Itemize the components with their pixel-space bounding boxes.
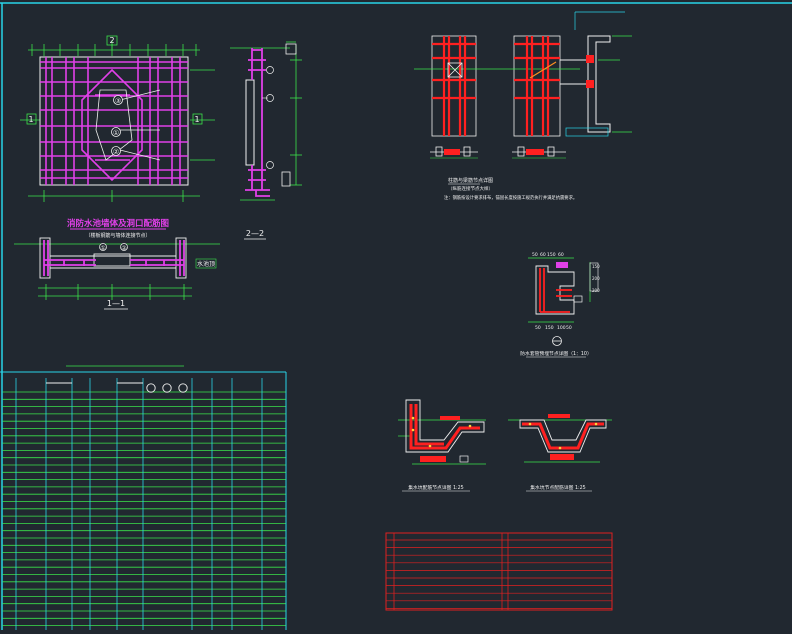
cad-drawing-canvas[interactable]: ③ ① ② 2 1 1 消防水池墙体及洞口配筋图 （楼板钢筋与墙体连接节点） 2…: [0, 0, 792, 630]
small-detail-side-3: 200: [592, 288, 600, 293]
trench-left-title: 集水坑配筋节点详图 1:25: [408, 484, 463, 491]
small-detail-side-2: 200: [592, 276, 600, 281]
section-marker-1: ①: [100, 245, 105, 252]
section-1-1-drawing[interactable]: ① ② 水池顶 1—1: [14, 237, 220, 367]
drawing-sheet[interactable]: ③ ① ② 2 1 1 消防水池墙体及洞口配筋图 （楼板钢筋与墙体连接节点） 2…: [0, 0, 792, 630]
table-circle-2: [162, 383, 172, 393]
main-elevation-subtitle: （楼板钢筋与墙体连接节点）: [85, 232, 150, 239]
section-label-1-right: 1: [194, 115, 199, 124]
column-joint-details[interactable]: 柱筋与梁筋节点详图 （纵筋连接节点大样） 注：钢筋按设计要求排布，锚固长度按施工…: [414, 11, 632, 201]
marker-2: ②: [113, 148, 119, 156]
table-circle-1: [146, 383, 156, 393]
section-2-2-drawing[interactable]: 2—2: [230, 41, 302, 240]
marker-3: ③: [115, 97, 121, 105]
small-detail-side-1: 150: [592, 264, 600, 269]
column-detail-note: 注：钢筋按设计要求排布，锚固长度按施工规范执行并满足抗震要求。: [444, 194, 577, 201]
title-block-table[interactable]: [385, 532, 613, 611]
small-detail-dim-bottom-3: 100: [557, 325, 566, 331]
main-elevation-title: 消防水池墙体及洞口配筋图: [67, 218, 169, 229]
section-1-1-label: 1—1: [107, 299, 125, 308]
small-detail-title: 防水套管预埋节点详图（1：10）: [520, 350, 592, 357]
small-detail-dim-top-3: 150: [547, 252, 556, 258]
material-schedule-table[interactable]: [1, 378, 287, 630]
sump-pit-detail-right[interactable]: 集水坑节点配筋详图 1:25: [508, 414, 612, 492]
column-detail-title: 柱筋与梁筋节点详图: [448, 177, 493, 184]
column-detail-subtitle: （纵筋连接节点大样）: [448, 185, 493, 192]
section-label-2-top: 2: [109, 36, 114, 45]
small-detail-dim-top-1: 50: [532, 252, 538, 258]
section-2-2-label: 2—2: [246, 229, 264, 238]
small-detail-dim-bottom-2: 150: [545, 325, 554, 331]
small-detail-dim-bottom-1: 50: [535, 325, 541, 331]
section-label-1-left: 1: [28, 115, 33, 124]
sleeve-detail-drawing[interactable]: 50 60 150 60 50 150 100 50 150 200 200 防…: [520, 252, 600, 358]
marker-1: ①: [113, 129, 119, 137]
small-detail-dim-bottom-4: 50: [566, 325, 572, 331]
table-circle-3: [178, 383, 188, 393]
small-detail-dim-top-4: 60: [558, 252, 564, 258]
trench-right-title: 集水坑节点配筋详图 1:25: [530, 484, 585, 491]
small-detail-dim-top-2: 60: [540, 252, 546, 258]
sump-pit-detail-left[interactable]: 集水坑配筋节点详图 1:25: [398, 399, 486, 492]
section-marker-2: ②: [121, 245, 127, 252]
wall-elevation-drawing[interactable]: ③ ① ② 2 1 1 消防水池墙体及洞口配筋图 （楼板钢筋与墙体连接节点）: [20, 35, 215, 239]
section-1-1-side-note: 水池顶: [197, 260, 215, 268]
